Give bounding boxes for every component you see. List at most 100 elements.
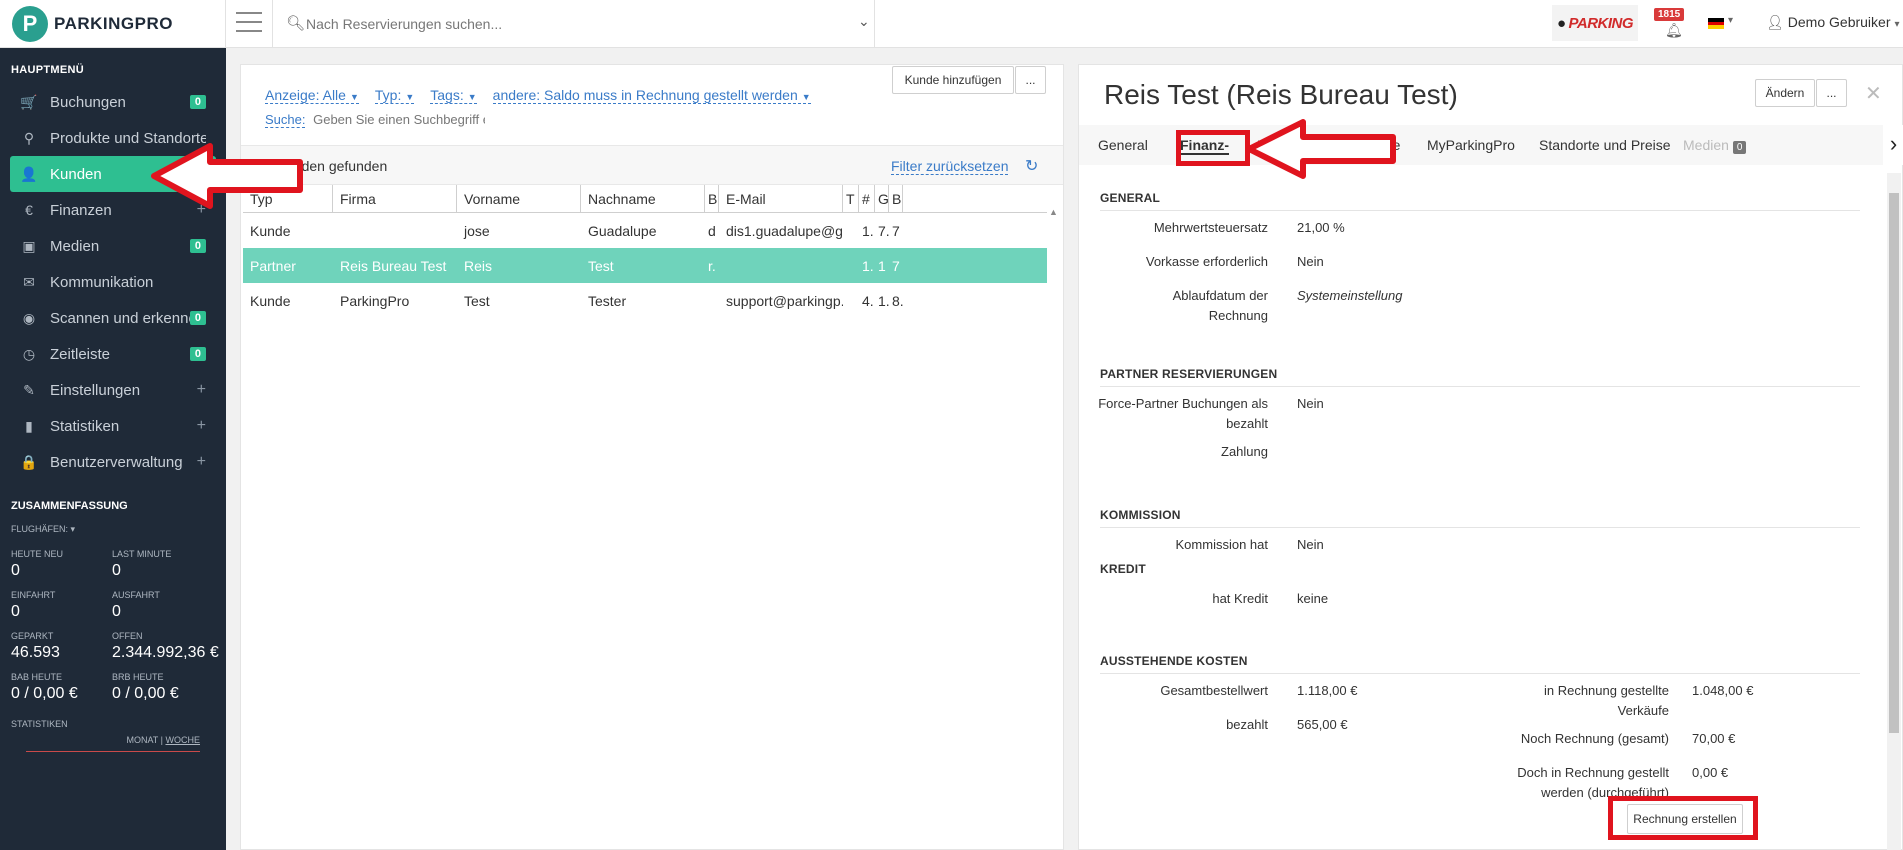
paid-value: 565,00 € (1297, 717, 1348, 732)
sidebar-item-buchungen[interactable]: 🛒 Buchungen 0 (0, 84, 226, 120)
menu-toggle-icon[interactable] (236, 12, 262, 34)
tab-hinweise[interactable]: Hinweise 0 (1257, 137, 1332, 154)
invoice-expiry-label: Ablaufdatum der Rechnung (1172, 288, 1268, 323)
expand-icon[interactable]: + (197, 201, 206, 219)
sidebar-item-label: Medien (50, 237, 100, 255)
period-week-link[interactable]: WOCHE (166, 735, 201, 745)
sidebar-item-finanzen[interactable]: € Finanzen + (0, 192, 226, 228)
sidebar-item-benutzerverwaltung[interactable]: 🔒 Benutzerverwaltung + (0, 444, 226, 480)
table-cell: dis1.guadalupe@g... (726, 222, 843, 239)
table-row[interactable]: Kunde ParkingPro Test Tester support@parking… (243, 283, 1047, 318)
column-header[interactable]: T (843, 185, 859, 212)
stat-value: 2.344.992,36 € (112, 644, 219, 661)
tab-label: General (1098, 137, 1148, 153)
scrollbar-thumb[interactable] (1889, 193, 1899, 733)
refresh-icon[interactable]: ↻ (1025, 156, 1038, 176)
expand-icon[interactable]: + (197, 453, 206, 471)
summary-stat: HEUTE NEU 0 (11, 549, 112, 580)
sidebar-item-zeitleiste[interactable]: ◷ Zeitleiste 0 (0, 336, 226, 372)
section-commission: KOMMISSION (1100, 508, 1860, 528)
sidebar-badge: 0 (189, 239, 206, 253)
invoiced-sales-value: 1.048,00 € (1692, 683, 1754, 698)
tab-medien[interactable]: Medien 0 (1683, 137, 1747, 154)
detail-scrollbar[interactable] (1887, 173, 1901, 850)
sidebar-item-label: Benutzerverwaltung (50, 453, 183, 471)
sidebar-item-produkte-und-standorte[interactable]: ⚲ Produkte und Standorte (0, 120, 226, 156)
sidebar-item-kunden[interactable]: 👤 Kunden (10, 156, 216, 192)
stat-value: 0 (112, 562, 121, 579)
column-header[interactable]: E-Mail (719, 185, 843, 212)
column-header[interactable]: B (889, 185, 903, 212)
table-cell: 1 (878, 257, 886, 274)
reset-filter-link[interactable]: Filter zurücksetzen (891, 158, 1009, 175)
table-cell: jose (464, 222, 490, 239)
stat-value: 0 (11, 603, 20, 620)
caret-down-icon: ▼ (349, 92, 359, 102)
column-header[interactable]: Firma (333, 185, 457, 212)
caret-down-icon[interactable]: ▾ (1728, 15, 1733, 26)
search-label: Suche: (265, 112, 306, 128)
chevron-right-icon[interactable]: › (1883, 125, 1903, 165)
filter-dropdown[interactable]: Tags: ▼ (430, 87, 477, 104)
euro-icon: € (25, 202, 33, 218)
table-cell: 1. (878, 292, 889, 309)
column-header[interactable]: Vorname (457, 185, 581, 212)
table-cell: Reis Bureau Test (340, 257, 447, 274)
period-month-link[interactable]: MONAT (126, 735, 158, 745)
column-header[interactable]: # (859, 185, 875, 212)
more-options-button[interactable]: ... (1015, 66, 1046, 94)
tab-general[interactable]: General (1098, 137, 1148, 153)
logo[interactable]: P PARKINGPRO (0, 0, 226, 48)
customer-search-input[interactable] (313, 112, 486, 127)
vat-label: Mehrwertsteuersatz (1153, 220, 1268, 235)
column-header[interactable]: Nachname (581, 185, 705, 212)
column-header[interactable]: Typ (243, 185, 333, 212)
table-cell: Test (464, 292, 490, 309)
detail-more-button[interactable]: ... (1816, 79, 1847, 107)
user-menu[interactable]: 👤︎ Demo Gebruiker ▾ (1766, 14, 1900, 31)
table-row[interactable]: Partner Reis Bureau Test Reis Test r. 1. 1 7 (243, 248, 1047, 283)
sidebar-item-medien[interactable]: ▣ Medien 0 (0, 228, 226, 264)
invoice-expiry-value: Systemeinstellung (1297, 288, 1403, 303)
tab-label: Standorte und Preise (1539, 137, 1671, 153)
customer-detail-panel: Reis Test (Reis Bureau Test) Ändern ... … (1078, 64, 1903, 850)
reservation-search-input[interactable] (306, 12, 846, 36)
stat-label: AUSFAHRT (112, 590, 160, 600)
sidebar-item-kommunikation[interactable]: ✉ Kommunikation (0, 264, 226, 300)
tab-adresse[interactable]: Adresse (1349, 137, 1400, 153)
sidebar-item-einstellungen[interactable]: ✎ Einstellungen + (0, 372, 226, 408)
sidebar-item-statistiken[interactable]: ▮ Statistiken + (0, 408, 226, 444)
period-switch: MONAT | WOCHE (0, 729, 226, 745)
scroll-up-icon[interactable]: ▲ (1049, 207, 1058, 217)
sidebar-badge: 0 (189, 311, 206, 325)
expand-icon[interactable]: + (197, 417, 206, 435)
close-icon[interactable]: ✕ (1865, 81, 1882, 106)
chevron-down-icon[interactable]: ⌄ (858, 13, 870, 30)
expand-icon[interactable]: + (197, 381, 206, 399)
column-header[interactable]: B (705, 185, 719, 212)
sidebar-item-label: Produkte und Standorte (50, 129, 206, 147)
tab-myparkingpro[interactable]: MyParkingPro (1427, 137, 1515, 153)
filter-dropdown[interactable]: andere: Saldo muss in Rechnung gestellt … (492, 87, 811, 104)
tab-standorte-und-preise[interactable]: Standorte und Preise (1539, 137, 1671, 153)
filter-dropdown[interactable]: Typ: ▼ (374, 87, 415, 104)
sidebar-item-scannen-und-erkennen[interactable]: ◉ Scannen und erkennen 0 (0, 300, 226, 336)
period-chart-line (26, 751, 200, 752)
airports-filter[interactable]: FLUGHÄFEN: ▾ (0, 518, 226, 541)
table-row[interactable]: Kunde jose Guadalupe d dis1.guadalupe@g... 1.… (243, 213, 1047, 248)
filter-dropdown[interactable]: Anzeige: Alle ▼ (265, 87, 359, 104)
add-customer-button[interactable]: Kunde hinzufügen (892, 66, 1014, 94)
filter-bar: Anzeige: Alle ▼ Typ: ▼ Tags: ▼ andere: Saldo m… (265, 87, 827, 104)
notifications-button[interactable]: 1815 🔔︎ (1650, 8, 1694, 40)
notification-count-badge: 1815 (1654, 8, 1685, 21)
sidebar-item-label: Kommunikation (50, 273, 154, 291)
invoiced-sales-label: in Rechnung gestellte Verkäufe (1543, 683, 1669, 718)
table-cell: r. (708, 257, 716, 274)
caret-down-icon: ▾ (70, 524, 76, 534)
column-header[interactable]: G (875, 185, 889, 212)
table-cell: 4. (862, 292, 874, 309)
german-flag-icon[interactable] (1708, 18, 1724, 30)
summary-stat: EINFAHRT 0 (11, 590, 112, 621)
edit-button[interactable]: Ändern (1755, 79, 1815, 107)
preferred-parking-logo[interactable]: ● PARKING (1552, 5, 1638, 41)
